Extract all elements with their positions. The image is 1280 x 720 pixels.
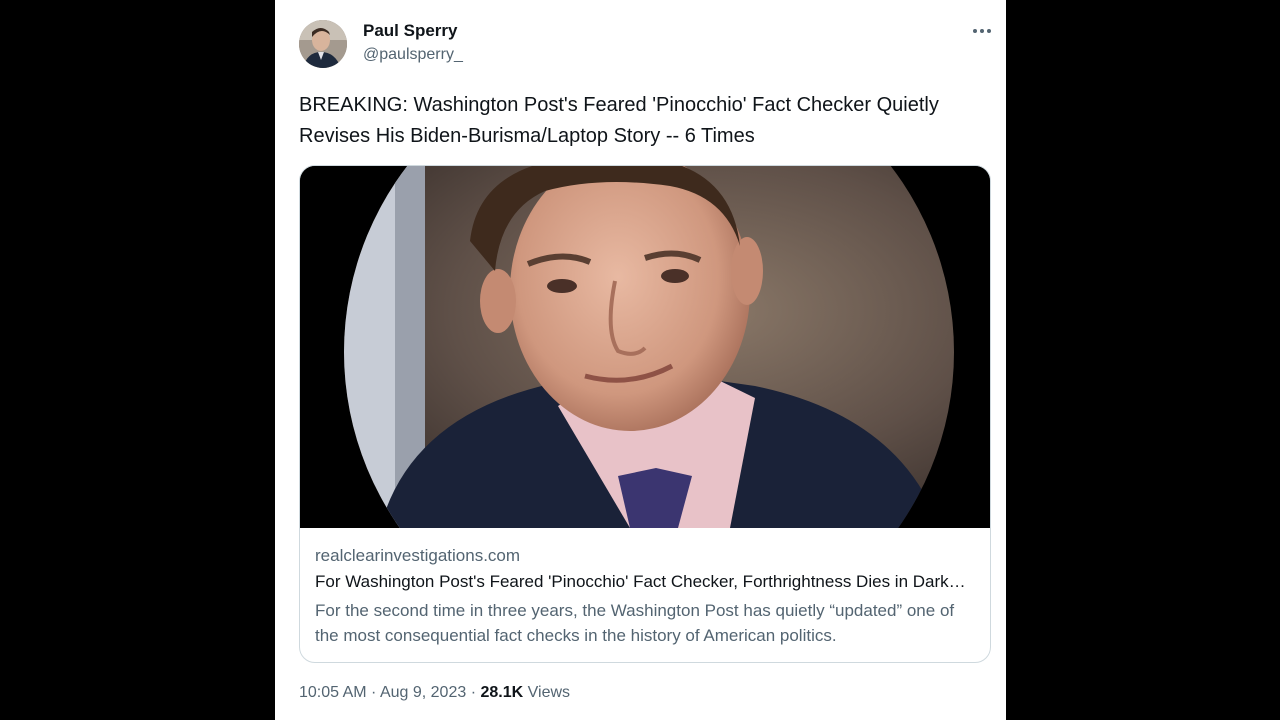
tweet-time[interactable]: 10:05 AM xyxy=(299,684,367,701)
tweet-meta: 10:05 AM · Aug 9, 2023 · 28.1K Views xyxy=(299,684,570,702)
more-horizontal-icon xyxy=(973,29,977,33)
link-title[interactable]: For Washington Post's Feared 'Pinocchio'… xyxy=(315,572,975,592)
profile-photo-icon xyxy=(299,20,347,68)
author-avatar[interactable] xyxy=(299,20,347,68)
link-preview-card[interactable]: realclearinvestigations.com For Washingt… xyxy=(299,165,991,663)
author-name[interactable]: Paul Sperry xyxy=(363,21,458,41)
link-preview-image[interactable] xyxy=(300,166,990,528)
more-dot xyxy=(980,29,984,33)
tweet-card: Paul Sperry @paulsperry_ BREAKING: Washi… xyxy=(275,0,1006,720)
portrait-photo xyxy=(300,166,990,528)
tweet-text: BREAKING: Washington Post's Feared 'Pino… xyxy=(299,94,939,147)
link-description: For the second time in three years, the … xyxy=(315,601,955,645)
meta-separator: · xyxy=(466,684,481,701)
views-label: Views xyxy=(527,684,571,701)
more-dot xyxy=(987,29,991,33)
tweet-date[interactable]: Aug 9, 2023 xyxy=(380,684,466,701)
meta-separator: · xyxy=(366,684,380,701)
link-domain[interactable]: realclearinvestigations.com xyxy=(315,546,520,566)
views-count: 28.1K xyxy=(480,684,524,701)
more-options-button[interactable] xyxy=(969,20,995,42)
author-handle[interactable]: @paulsperry_ xyxy=(363,46,463,64)
